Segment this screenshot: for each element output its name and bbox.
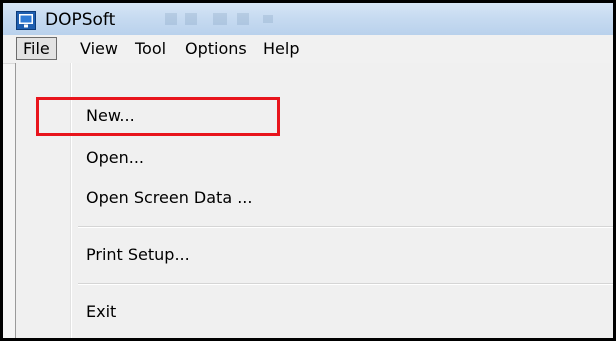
menu-help[interactable]: Help (257, 38, 305, 59)
menu-tool[interactable]: Tool (129, 38, 172, 59)
title-bar: DOPSoft (3, 3, 613, 35)
menu-view[interactable]: View (74, 38, 124, 59)
menu-separator (78, 283, 613, 285)
menu-item-exit[interactable]: Exit (86, 302, 116, 322)
menu-item-open[interactable]: Open... (86, 148, 144, 168)
file-menu-dropdown: New... Open... Open Screen Data ... Prin… (15, 63, 613, 338)
app-window-icon (16, 11, 36, 30)
highlight-annotation-box (36, 97, 280, 136)
menu-options[interactable]: Options (179, 38, 253, 59)
menu-item-open-screen-data[interactable]: Open Screen Data ... (86, 188, 252, 208)
toolbar-ghost-icons (165, 13, 273, 25)
menu-bar: File View Tool Options Help (3, 35, 613, 64)
menu-file[interactable]: File (16, 37, 57, 60)
menu-item-print-setup[interactable]: Print Setup... (86, 245, 190, 265)
application-window: DOPSoft File View Tool Options Help New.… (0, 0, 616, 341)
window-title: DOPSoft (45, 10, 116, 30)
menu-separator (78, 226, 613, 228)
